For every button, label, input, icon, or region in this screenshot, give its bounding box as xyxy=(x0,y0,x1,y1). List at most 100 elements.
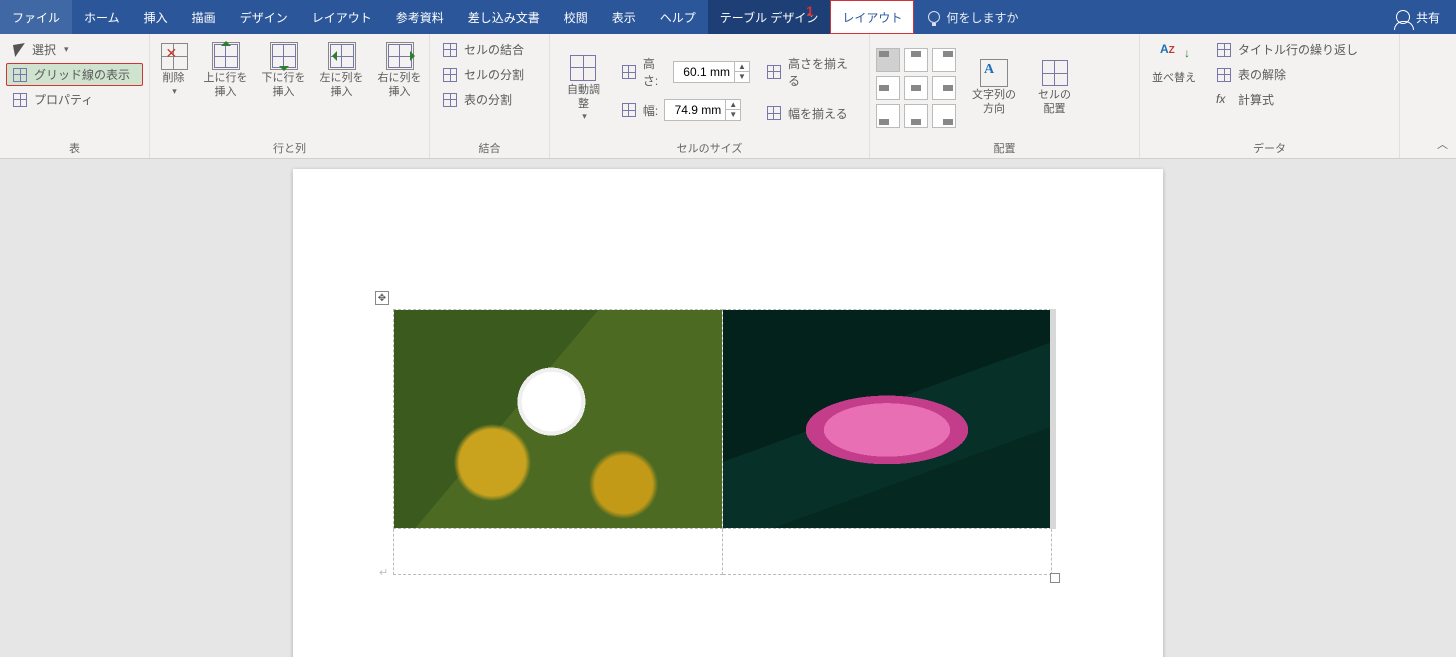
insert-right-icon xyxy=(386,42,414,70)
distribute-rows-button[interactable]: 高さを揃える xyxy=(760,52,863,92)
table-selection-bar xyxy=(1050,309,1056,529)
table[interactable]: ✥ ↵ xyxy=(393,309,1052,575)
group-rows-cols: 削除 ▾ 上に行を 挿入 下に行を 挿入 左に列を 挿入 右に列を xyxy=(150,34,430,158)
tab-home[interactable]: ホーム xyxy=(72,0,132,34)
align-bot-center[interactable] xyxy=(904,104,928,128)
image-white-flower[interactable] xyxy=(394,310,722,528)
table-cell[interactable] xyxy=(723,529,1052,575)
page[interactable]: ✥ ↵ xyxy=(293,169,1163,657)
text-direction-button[interactable]: A 文字列の 方向 xyxy=(966,55,1022,121)
insert-right-label: 右に列を 挿入 xyxy=(378,72,422,100)
insert-above-icon xyxy=(212,42,240,70)
width-input[interactable] xyxy=(665,103,725,117)
width-spinner[interactable]: ▲▼ xyxy=(664,99,741,121)
properties-icon xyxy=(12,92,28,108)
table-cell[interactable] xyxy=(394,529,723,575)
sort-button[interactable]: AZ↓ 並べ替え xyxy=(1146,38,1202,90)
cell-margins-button[interactable]: セルの 配置 xyxy=(1032,55,1077,121)
image-pink-lotus[interactable] xyxy=(723,310,1051,528)
distribute-rows-icon xyxy=(766,64,782,80)
text-direction-icon: A xyxy=(980,59,1008,87)
align-top-right[interactable] xyxy=(932,48,956,72)
insert-below-button[interactable]: 下に行を 挿入 xyxy=(256,38,312,104)
convert-to-text-button[interactable]: 表の解除 xyxy=(1210,63,1364,86)
insert-above-button[interactable]: 上に行を 挿入 xyxy=(198,38,254,104)
tab-table-layout[interactable]: レイアウト xyxy=(830,0,914,34)
tab-file[interactable]: ファイル xyxy=(0,0,72,34)
spin-up-icon[interactable]: ▲ xyxy=(726,100,740,110)
align-mid-center[interactable] xyxy=(904,76,928,100)
align-bot-right[interactable] xyxy=(932,104,956,128)
chevron-down-icon: ▾ xyxy=(582,111,587,122)
delete-button[interactable]: 削除 ▾ xyxy=(152,38,196,104)
align-top-left[interactable] xyxy=(876,48,900,72)
insert-below-icon xyxy=(270,42,298,70)
tab-references[interactable]: 参考資料 xyxy=(384,0,456,34)
height-input[interactable] xyxy=(674,65,734,79)
ribbon: 選択 ▾ グリッド線の表示 プロパティ 表 削除 xyxy=(0,34,1456,159)
group-table-label: 表 xyxy=(6,138,143,158)
tab-mailings[interactable]: 差し込み文書 xyxy=(456,0,552,34)
spin-down-icon[interactable]: ▼ xyxy=(735,72,749,82)
merge-cells-button[interactable]: セルの結合 xyxy=(436,38,543,61)
convert-icon xyxy=(1216,67,1232,83)
collapse-ribbon-button[interactable]: ︿ xyxy=(1437,136,1448,152)
formula-label: 計算式 xyxy=(1238,91,1274,108)
view-gridlines-button[interactable]: グリッド線の表示 xyxy=(6,63,143,86)
group-alignment: A 文字列の 方向 セルの 配置 配置 xyxy=(870,34,1140,158)
tell-me-label: 何をしますか xyxy=(946,9,1018,26)
tab-design[interactable]: デザイン xyxy=(228,0,300,34)
distribute-rows-label: 高さを揃える xyxy=(788,55,857,89)
group-alignment-label: 配置 xyxy=(876,138,1133,158)
document-area[interactable]: ✥ ↵ xyxy=(0,159,1456,657)
cell-margins-icon xyxy=(1041,59,1069,87)
tell-me[interactable]: 何をしますか xyxy=(914,0,1032,34)
share-button[interactable]: 共有 xyxy=(1380,0,1456,34)
spin-up-icon[interactable]: ▲ xyxy=(735,62,749,72)
autofit-button[interactable]: 自動調整 ▾ xyxy=(556,50,611,127)
gridlines-icon xyxy=(12,67,28,83)
split-cells-label: セルの分割 xyxy=(464,66,524,83)
tab-view[interactable]: 表示 xyxy=(600,0,648,34)
distribute-cols-icon xyxy=(766,105,782,121)
distribute-cols-button[interactable]: 幅を揃える xyxy=(760,102,863,125)
split-table-icon xyxy=(442,92,458,108)
align-bot-left[interactable] xyxy=(876,104,900,128)
insert-right-button[interactable]: 右に列を 挿入 xyxy=(372,38,428,104)
row-height-icon xyxy=(621,64,637,80)
tab-review[interactable]: 校閲 xyxy=(552,0,600,34)
insert-left-button[interactable]: 左に列を 挿入 xyxy=(314,38,370,104)
split-table-button[interactable]: 表の分割 xyxy=(436,88,543,111)
table-cell[interactable] xyxy=(394,310,723,529)
table-cell[interactable] xyxy=(723,310,1052,529)
share-label: 共有 xyxy=(1416,9,1440,26)
table-move-handle-icon[interactable]: ✥ xyxy=(375,291,389,305)
split-cells-icon xyxy=(442,67,458,83)
spin-down-icon[interactable]: ▼ xyxy=(726,110,740,120)
height-spinner[interactable]: ▲▼ xyxy=(673,61,750,83)
table-resize-handle-icon[interactable] xyxy=(1050,573,1060,583)
convert-label: 表の解除 xyxy=(1238,66,1286,83)
align-top-center[interactable] xyxy=(904,48,928,72)
select-button[interactable]: 選択 ▾ xyxy=(6,38,143,61)
tab-layout[interactable]: レイアウト xyxy=(300,0,384,34)
repeat-header-button[interactable]: タイトル行の繰り返し xyxy=(1210,38,1364,61)
callout-1: 1 xyxy=(806,3,814,19)
group-table: 選択 ▾ グリッド線の表示 プロパティ 表 xyxy=(0,34,150,158)
split-cells-button[interactable]: セルの分割 xyxy=(436,63,543,86)
align-mid-right[interactable] xyxy=(932,76,956,100)
split-table-label: 表の分割 xyxy=(464,91,512,108)
lightbulb-icon xyxy=(928,11,940,23)
height-label: 高さ: xyxy=(643,55,667,89)
properties-button[interactable]: プロパティ xyxy=(6,88,143,111)
tab-draw[interactable]: 描画 xyxy=(180,0,228,34)
insert-below-label: 下に行を 挿入 xyxy=(262,72,306,100)
align-mid-left[interactable] xyxy=(876,76,900,100)
user-icon xyxy=(1396,10,1410,24)
formula-button[interactable]: fx 計算式 xyxy=(1210,88,1364,111)
fx-icon: fx xyxy=(1216,92,1232,108)
tab-help[interactable]: ヘルプ xyxy=(648,0,708,34)
group-rows-cols-label: 行と列 xyxy=(156,138,423,158)
tab-insert[interactable]: 挿入 xyxy=(132,0,180,34)
alignment-grid xyxy=(876,48,956,128)
